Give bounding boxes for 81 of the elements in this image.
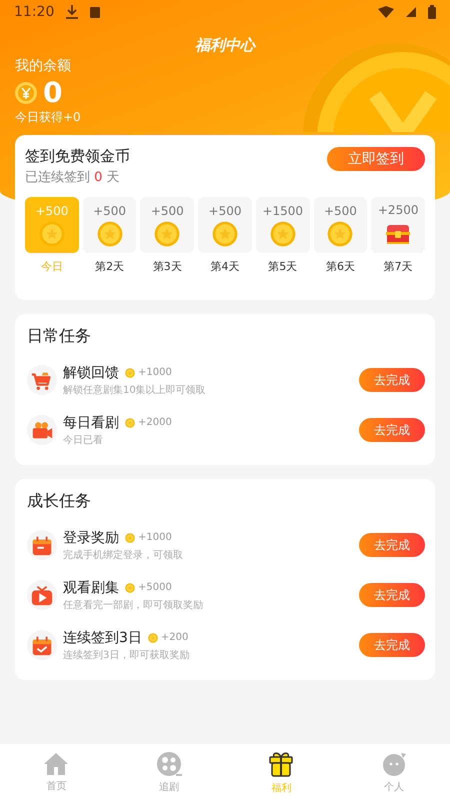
reward-tile[interactable]: +2500	[371, 197, 426, 253]
coin-icon	[96, 220, 123, 246]
reward-amount: +1000	[138, 367, 172, 378]
day-label: 第6天	[326, 259, 355, 274]
day-label: 第2天	[95, 259, 124, 274]
coin-icon	[327, 220, 354, 246]
complete-button[interactable]: 去完成	[359, 633, 425, 657]
reward-tile[interactable]: +1500	[256, 197, 310, 253]
coin-icon	[125, 532, 135, 542]
reward-amount: +500	[35, 204, 68, 218]
task-name: 连续签到3日	[63, 628, 142, 646]
task-description: 连续签到3日，即可获取奖励	[63, 648, 190, 662]
section-title: 日常任务	[27, 326, 91, 347]
checkin-title: 签到免费领金币	[25, 147, 130, 166]
reward-amount: +200	[160, 632, 188, 643]
checkin-button[interactable]: 立即签到	[327, 147, 425, 171]
complete-button[interactable]: 去完成	[359, 368, 425, 392]
coin-icon	[148, 632, 158, 642]
tab[interactable]: 首页	[0, 744, 112, 800]
reward-amount: +1000	[138, 532, 172, 543]
coin-icon	[212, 220, 238, 246]
reward-amount: +2500	[378, 202, 418, 216]
video-camera-icon	[27, 415, 57, 445]
task-description: 任意看完一部剧，即可领取奖励	[63, 598, 204, 612]
complete-button[interactable]: 去完成	[359, 418, 425, 442]
reward-tile[interactable]: +500	[82, 197, 136, 253]
task-name: 登录奖励	[63, 528, 119, 546]
task-name: 观看剧集	[63, 578, 119, 596]
streak-text: 已连续签到 0 天	[25, 169, 121, 186]
reward-amount: +500	[324, 204, 357, 218]
status-time: 11:20	[14, 4, 54, 20]
download-icon	[66, 5, 78, 19]
task-name: 每日看剧	[63, 414, 119, 432]
wifi-icon	[378, 6, 394, 18]
reward-amount: +2000	[138, 417, 172, 428]
page-title: 福利中心	[195, 36, 255, 54]
calendar-check-icon	[27, 630, 57, 660]
complete-button[interactable]: 去完成	[359, 533, 425, 557]
day-label: 第5天	[268, 259, 298, 274]
task-description: 完成手机绑定登录，可领取	[63, 548, 184, 562]
coin-icon	[125, 582, 135, 592]
reward-amount: +1500	[262, 204, 304, 218]
gift-icon	[268, 750, 294, 778]
coin-icon	[270, 220, 296, 246]
reward-tile[interactable]: +500	[140, 197, 194, 253]
coin-icon	[38, 220, 65, 246]
day-label: 第3天	[152, 259, 182, 274]
balance-label: 我的余额	[15, 57, 72, 75]
balance-amount: 0	[43, 77, 62, 109]
tab[interactable]: 个人	[338, 744, 450, 800]
reward-amount: +5000	[138, 582, 172, 593]
day-label: 第4天	[210, 259, 240, 274]
yuan-coin-icon	[15, 82, 37, 104]
reward-tile[interactable]: +500	[314, 197, 368, 253]
reward-amount: +500	[93, 204, 126, 218]
task-description: 今日已看	[63, 434, 104, 446]
reward-amount: +500	[150, 204, 184, 218]
tab[interactable]: 追剧	[112, 744, 225, 800]
cart-icon	[27, 365, 57, 395]
task-name: 解锁回馈	[63, 364, 119, 382]
reward-tile[interactable]: +500	[25, 197, 79, 253]
reward-tile[interactable]: +500	[198, 197, 252, 253]
tab[interactable]: 福利	[225, 744, 338, 800]
day-label: 今日	[40, 259, 63, 274]
coin-icon	[154, 220, 180, 246]
battery-icon	[428, 5, 436, 19]
coin-icon	[125, 418, 135, 428]
home-icon	[43, 752, 70, 776]
app-notification-icon	[90, 6, 100, 18]
calendar-icon	[27, 530, 57, 560]
day-label: 第7天	[384, 259, 413, 274]
tv-icon	[27, 580, 57, 610]
person-icon	[380, 750, 407, 776]
complete-button[interactable]: 去完成	[359, 583, 425, 607]
reward-amount: +500	[208, 204, 242, 218]
section-title: 成长任务	[27, 491, 91, 512]
film-reel-icon	[156, 750, 182, 776]
signal-icon	[406, 7, 416, 17]
today-earned: 今日获得+0	[15, 109, 82, 126]
task-description: 解锁任意剧集10集以上即可领取	[63, 384, 207, 396]
coin-icon	[125, 368, 135, 378]
